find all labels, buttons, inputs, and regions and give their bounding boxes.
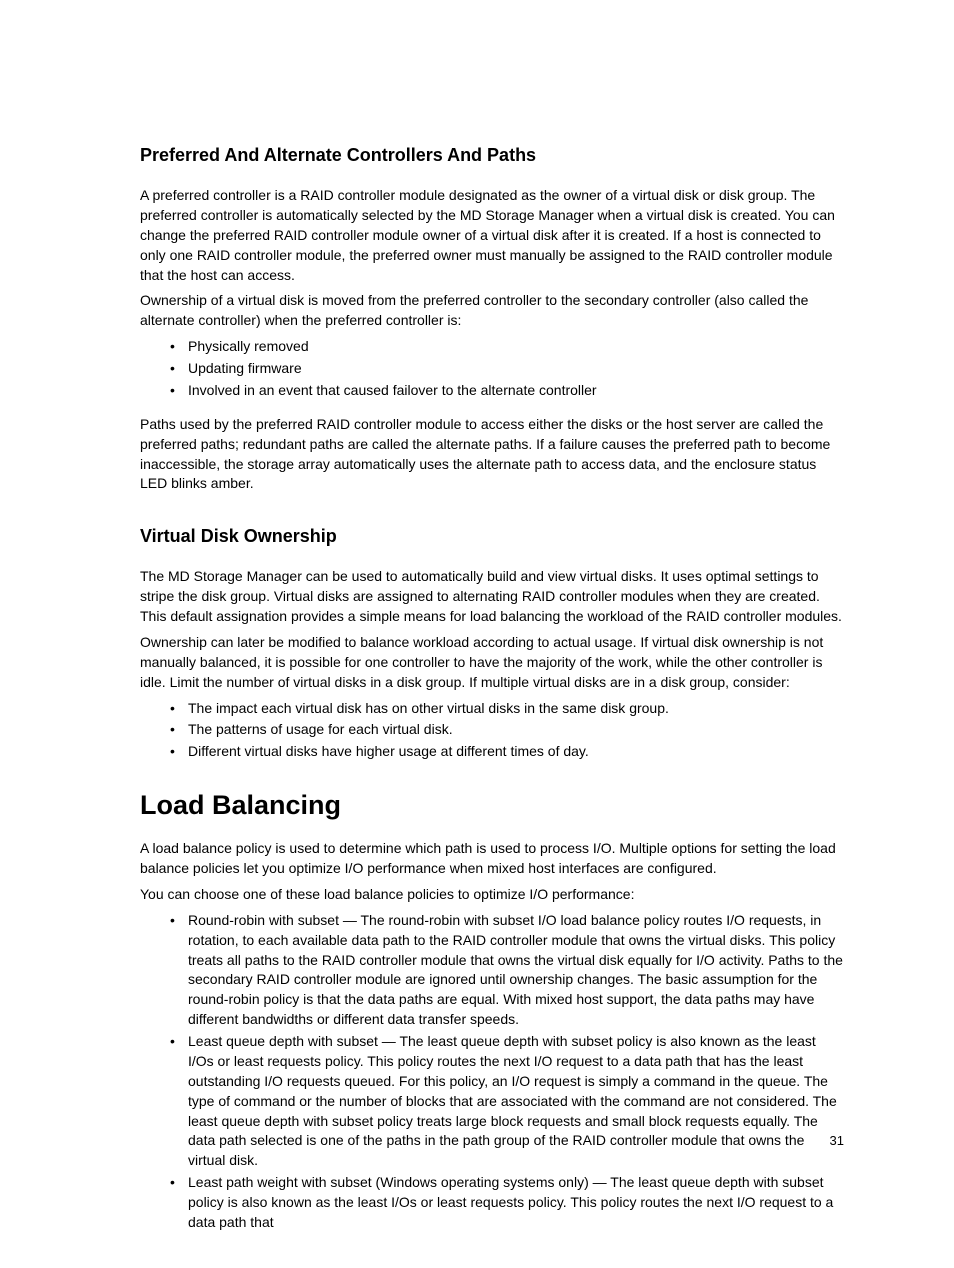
bullet-list: Round-robin with subset — The round-robi… bbox=[140, 911, 844, 1233]
heading-load-balancing: Load Balancing bbox=[140, 790, 844, 821]
heading-preferred-controllers: Preferred And Alternate Controllers And … bbox=[140, 145, 844, 166]
list-item: The impact each virtual disk has on othe… bbox=[188, 699, 844, 719]
paragraph: The MD Storage Manager can be used to au… bbox=[140, 567, 844, 627]
bullet-list: Physically removed Updating firmware Inv… bbox=[140, 337, 844, 401]
section-virtual-disk-ownership: Virtual Disk Ownership The MD Storage Ma… bbox=[140, 526, 844, 762]
list-item: Involved in an event that caused failove… bbox=[188, 381, 844, 401]
list-item: Physically removed bbox=[188, 337, 844, 357]
paragraph: A preferred controller is a RAID control… bbox=[140, 186, 844, 285]
list-item: Least queue depth with subset — The leas… bbox=[188, 1032, 844, 1171]
paragraph: Paths used by the preferred RAID control… bbox=[140, 415, 844, 495]
paragraph: A load balance policy is used to determi… bbox=[140, 839, 844, 879]
paragraph: You can choose one of these load balance… bbox=[140, 885, 844, 905]
list-item: Least path weight with subset (Windows o… bbox=[188, 1173, 844, 1233]
paragraph: Ownership of a virtual disk is moved fro… bbox=[140, 291, 844, 331]
page-number: 31 bbox=[830, 1133, 844, 1148]
paragraph: Ownership can later be modified to balan… bbox=[140, 633, 844, 693]
list-item: Round-robin with subset — The round-robi… bbox=[188, 911, 844, 1030]
list-item: The patterns of usage for each virtual d… bbox=[188, 720, 844, 740]
document-page: Preferred And Alternate Controllers And … bbox=[0, 0, 954, 1233]
list-item: Different virtual disks have higher usag… bbox=[188, 742, 844, 762]
heading-virtual-disk-ownership: Virtual Disk Ownership bbox=[140, 526, 844, 547]
section-preferred-controllers: Preferred And Alternate Controllers And … bbox=[140, 145, 844, 494]
section-load-balancing: Load Balancing A load balance policy is … bbox=[140, 790, 844, 1233]
bullet-list: The impact each virtual disk has on othe… bbox=[140, 699, 844, 763]
list-item: Updating firmware bbox=[188, 359, 844, 379]
